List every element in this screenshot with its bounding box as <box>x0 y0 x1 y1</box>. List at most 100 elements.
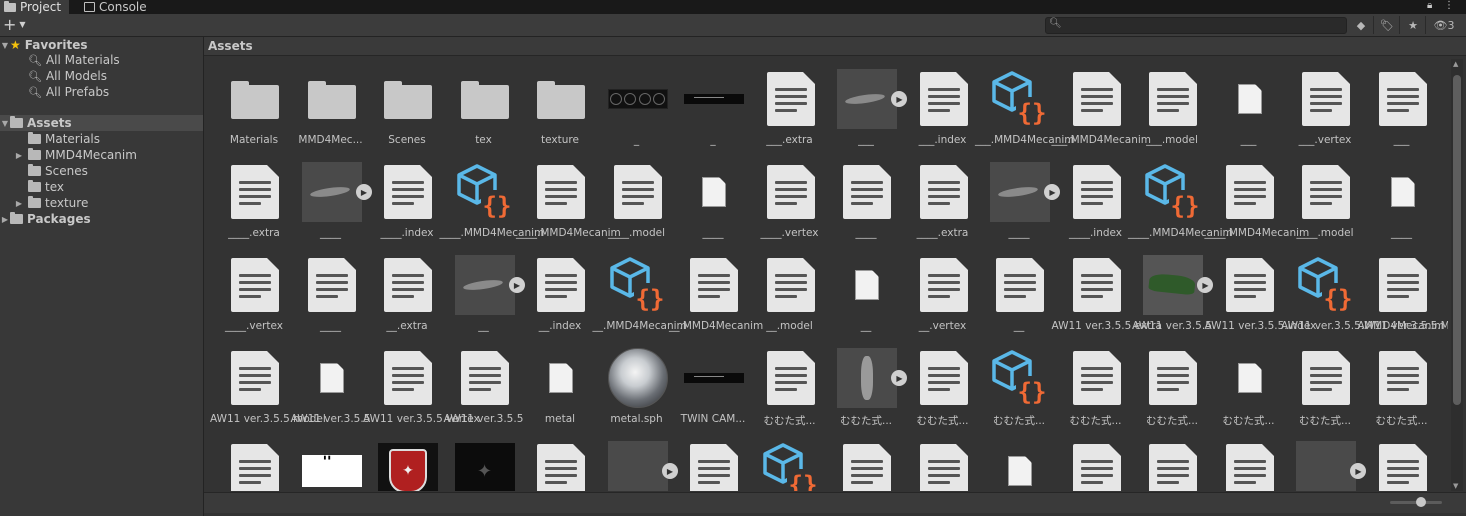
asset-item[interactable]: AW11 ver.3.5.5.MMD4Mecanim <box>1358 245 1448 338</box>
asset-item[interactable] <box>522 431 598 491</box>
asset-item[interactable] <box>1058 431 1134 491</box>
scroll-up-icon[interactable]: ▲ <box>1453 60 1458 68</box>
tree-favorite-all-models[interactable]: 🔍︎ All Models <box>0 68 203 84</box>
asset-item[interactable]: AW11 ver.3.5.5 <box>291 338 370 431</box>
asset-item[interactable]: むむた式... <box>1211 338 1287 431</box>
asset-item[interactable]: ▶ ___ <box>828 59 907 152</box>
asset-item[interactable]: AW11 ver.3.5.5.extra <box>1052 245 1162 338</box>
tree-folder-mmd4mecanim[interactable]: ▶ MMD4Mecanim <box>0 147 203 163</box>
asset-item[interactable]: ____.model <box>1287 152 1363 245</box>
asset-item[interactable]: __.extra <box>369 245 445 338</box>
expand-arrow-icon[interactable]: ▼ <box>0 41 10 50</box>
asset-item[interactable]: AW11 ver.3.5.5 <box>444 338 523 431</box>
asset-item[interactable]: ____.index <box>369 152 445 245</box>
asset-item[interactable]: ___ <box>1364 59 1440 152</box>
asset-item[interactable]: ____.extra <box>905 152 981 245</box>
asset-item[interactable]: ___.extra <box>752 59 828 152</box>
tree-favorite-all-materials[interactable]: 🔍︎ All Materials <box>0 52 203 68</box>
asset-item[interactable]: __.index <box>522 245 598 338</box>
asset-item[interactable] <box>828 431 904 491</box>
asset-item[interactable]: {} ____.MMD4Mecanim <box>1128 152 1233 245</box>
expand-arrow-icon[interactable]: ▶ <box>14 151 24 160</box>
tree-folder-tex[interactable]: tex <box>0 179 203 195</box>
asset-item[interactable] <box>905 431 981 491</box>
asset-item[interactable]: ▶ ____ <box>293 152 372 245</box>
asset-item[interactable]: __.model <box>752 245 828 338</box>
asset-item[interactable]: ____ <box>675 152 751 245</box>
vertical-scrollbar[interactable]: ▲ ▼ <box>1451 59 1463 491</box>
asset-item[interactable]: ✦ <box>369 431 445 491</box>
save-search-button[interactable]: ★ <box>1403 16 1423 34</box>
asset-item[interactable]: ___.model <box>1134 59 1210 152</box>
asset-item[interactable]: ▶ <box>1287 431 1366 491</box>
asset-item[interactable]: metal.sph <box>599 338 675 431</box>
asset-item[interactable]: {} <box>752 431 828 491</box>
asset-item[interactable]: むむた式... <box>1364 338 1440 431</box>
icon-size-slider[interactable] <box>1390 497 1442 507</box>
asset-item[interactable]: ▶ むむた式... <box>828 338 907 431</box>
asset-item[interactable]: {} ___.MMD4Mecanim <box>975 59 1075 152</box>
asset-item[interactable]: ___ <box>1211 59 1287 152</box>
asset-item[interactable]: _ <box>599 59 675 152</box>
expand-arrow-icon[interactable]: ▼ <box>0 119 10 128</box>
tree-packages[interactable]: ▶ Packages <box>0 211 203 227</box>
asset-item[interactable]: __.MMD4Mecanim <box>669 245 763 338</box>
asset-item[interactable]: むむた式... <box>1134 338 1210 431</box>
asset-item[interactable]: {} ____.MMD4Mecanim <box>440 152 544 245</box>
asset-item[interactable]: metal <box>522 338 598 431</box>
asset-item[interactable]: ____.extra <box>216 152 292 245</box>
asset-item[interactable]: ▶ AW11 ver.3.5.5 <box>1132 245 1213 338</box>
asset-item[interactable] <box>675 431 751 491</box>
asset-item[interactable]: ____.model <box>599 152 675 245</box>
asset-item[interactable]: {} むむた式... <box>981 338 1057 431</box>
asset-item[interactable]: ____.MMD4Mecanim <box>1205 152 1309 245</box>
asset-item[interactable]: MMD4Mec... <box>293 59 369 152</box>
asset-item[interactable]: __ <box>828 245 904 338</box>
tree-assets[interactable]: ▼ Assets <box>0 115 203 131</box>
asset-item[interactable]: むむた式... <box>1058 338 1134 431</box>
asset-item[interactable]: TWIN CAM... <box>675 338 751 431</box>
asset-item[interactable]: {} __.MMD4Mecanim <box>593 245 687 338</box>
search-by-label-button[interactable]: 🏷︎ <box>1377 16 1397 34</box>
asset-item[interactable]: texture <box>522 59 598 152</box>
asset-item[interactable] <box>1211 431 1287 491</box>
asset-item[interactable]: __ <box>981 245 1057 338</box>
more-menu-icon[interactable]: ⋮ <box>1444 0 1454 11</box>
asset-item[interactable]: ✦ <box>446 431 522 491</box>
asset-item[interactable]: ____.MMD4Mecanim <box>516 152 621 245</box>
search-input[interactable]: 🔍︎ <box>1045 17 1347 34</box>
asset-item[interactable]: ___.index <box>905 59 981 152</box>
breadcrumb-assets[interactable]: Assets <box>208 39 253 53</box>
tree-favorite-all-prefabs[interactable]: 🔍︎ All Prefabs <box>0 84 203 100</box>
asset-item[interactable]: むむた式... <box>1287 338 1363 431</box>
hidden-packages-toggle[interactable]: 👁︎ 3 <box>1430 16 1458 34</box>
asset-item[interactable]: Scenes <box>369 59 445 152</box>
asset-item[interactable]: むむた式... <box>752 338 828 431</box>
asset-item[interactable]: ___.vertex <box>1287 59 1363 152</box>
asset-item[interactable]: AW11 ver.3.5.5.vertex <box>363 338 480 431</box>
asset-item[interactable]: ____.index <box>1058 152 1134 245</box>
asset-item[interactable]: むむた式... <box>905 338 981 431</box>
asset-item[interactable]: tex <box>446 59 522 152</box>
asset-item[interactable]: ____.vertex <box>216 245 292 338</box>
asset-item[interactable] <box>981 431 1057 491</box>
search-by-type-button[interactable]: ◆ <box>1351 16 1371 34</box>
tree-folder-scenes[interactable]: Scenes <box>0 163 203 179</box>
asset-item[interactable]: AW11 ver.3.5.5.model <box>210 338 326 431</box>
asset-item[interactable]: _ <box>675 59 751 152</box>
asset-item[interactable]: ____ <box>1364 152 1440 245</box>
tree-favorites[interactable]: ▼ ★ Favorites <box>0 37 203 53</box>
asset-item[interactable]: ▶ ____ <box>981 152 1060 245</box>
asset-item[interactable] <box>1364 431 1440 491</box>
asset-item[interactable]: ▶ <box>599 431 678 491</box>
slider-knob[interactable] <box>1416 497 1426 507</box>
asset-item[interactable]: __.vertex <box>905 245 981 338</box>
asset-item[interactable] <box>1134 431 1210 491</box>
asset-item[interactable] <box>293 431 369 491</box>
lock-icon[interactable]: 🔒︎ <box>1427 0 1432 11</box>
asset-item[interactable]: ___.MMD4Mecanim <box>1052 59 1151 152</box>
asset-item[interactable]: ____ <box>828 152 904 245</box>
asset-item[interactable]: AW11 ver.3.5.5.index <box>1205 245 1316 338</box>
asset-item[interactable]: {} AW11 ver.3.5.5.MMD4Mecanim <box>1281 245 1445 338</box>
create-asset-button[interactable]: + ▼ <box>3 15 26 34</box>
